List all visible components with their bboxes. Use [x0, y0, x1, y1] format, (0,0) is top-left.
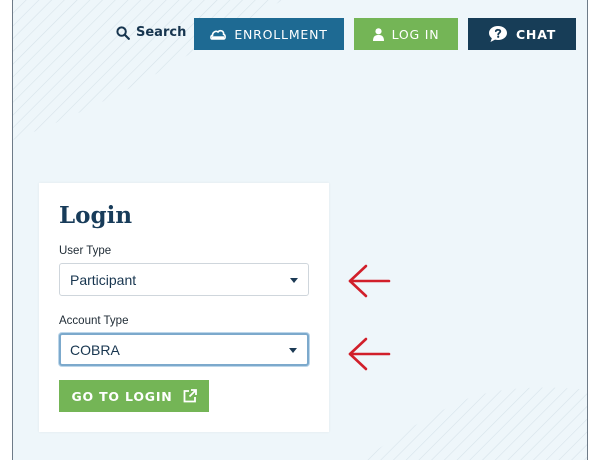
login-title: Login: [59, 202, 133, 229]
go-to-login-button[interactable]: GO TO LOGIN: [59, 380, 209, 412]
cloud-icon: [210, 29, 227, 40]
arrow-left-icon: [348, 337, 391, 371]
chevron-down-icon: [290, 277, 298, 283]
login-card: Login User Type Participant Account Type…: [39, 183, 329, 432]
search-label: Search: [136, 25, 187, 40]
search-icon: [116, 25, 130, 40]
chat-button[interactable]: CHAT: [468, 18, 576, 50]
login-label: LOG IN: [391, 26, 440, 42]
user-icon: [372, 27, 384, 41]
enrollment-label: ENROLLMENT: [234, 26, 328, 42]
account-type-value: COBRA: [70, 341, 120, 358]
enrollment-button[interactable]: ENROLLMENT: [194, 18, 344, 50]
chevron-down-icon: [289, 347, 297, 353]
user-type-value: Participant: [70, 271, 137, 288]
account-type-select[interactable]: COBRA: [59, 333, 309, 366]
user-type-select[interactable]: Participant: [59, 263, 309, 296]
chat-question-icon: [488, 26, 507, 42]
arrow-left-icon: [348, 264, 391, 298]
account-type-label: Account Type: [59, 315, 129, 327]
chat-label: CHAT: [515, 26, 557, 42]
go-to-login-label: GO TO LOGIN: [71, 388, 173, 404]
page: Search ENROLLMENT LOG IN CHAT Login User…: [0, 0, 592, 460]
login-button[interactable]: LOG IN: [354, 18, 458, 50]
search-link[interactable]: Search: [116, 25, 186, 40]
content-panel: Search ENROLLMENT LOG IN CHAT Login User…: [12, 0, 588, 460]
user-type-label: User Type: [59, 245, 112, 257]
external-link-icon: [183, 389, 197, 403]
